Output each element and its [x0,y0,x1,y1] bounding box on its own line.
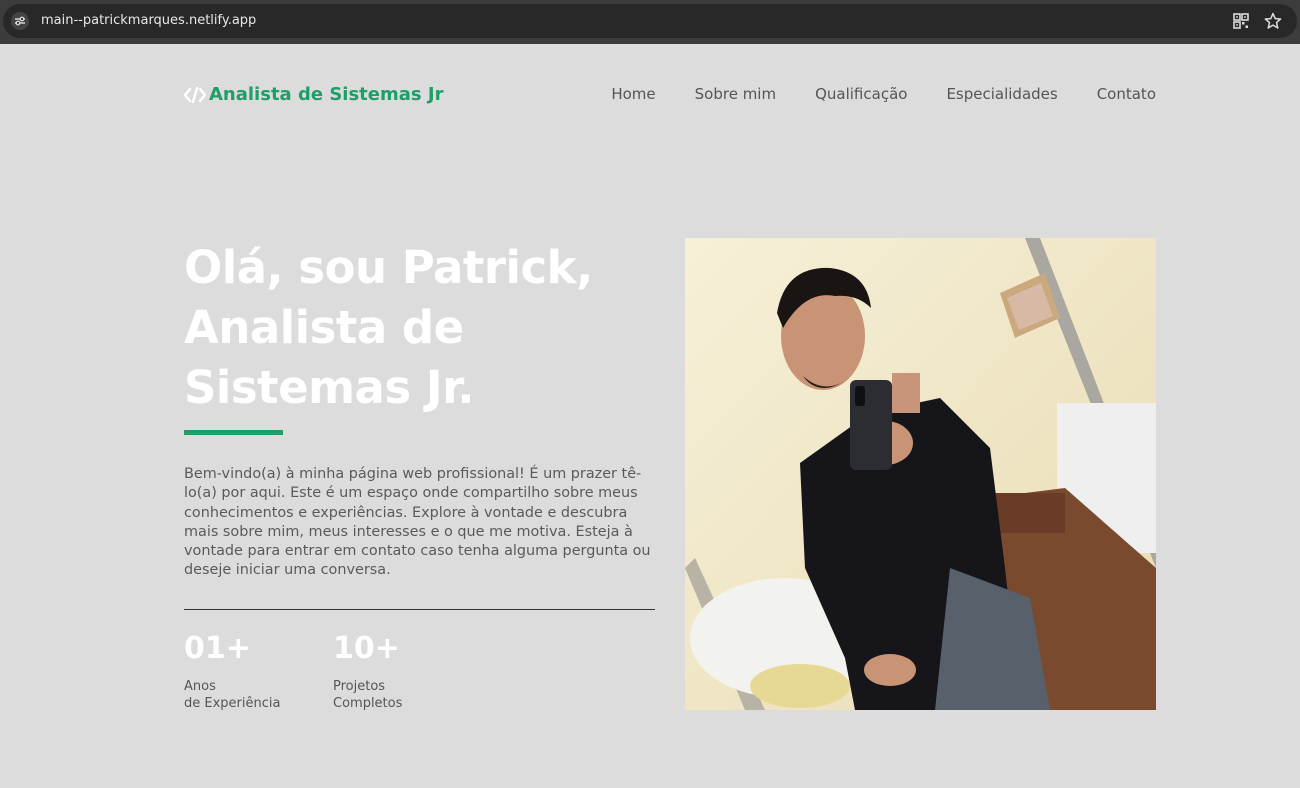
nav-home[interactable]: Home [611,84,655,104]
code-icon [184,86,206,104]
address-bar[interactable]: main--patrickmarques.netlify.app [3,4,1297,38]
nav-qualificacao[interactable]: Qualificação [815,84,907,104]
site-settings-icon[interactable] [11,12,29,30]
title-underline [184,430,283,435]
divider [184,609,655,610]
hero-title-line: Analista de [184,301,464,354]
nav-sobre-mim[interactable]: Sobre mim [695,84,776,104]
browser-toolbar: main--patrickmarques.netlify.app [0,0,1300,44]
url-text[interactable]: main--patrickmarques.netlify.app [41,12,256,30]
stat-label: Projetos Completos [333,679,403,711]
star-icon[interactable] [1264,12,1282,30]
intro-paragraph: Bem-vindo(a) à minha página web profissi… [184,466,651,579]
stat-value: 10+ [333,631,400,666]
qr-code-icon[interactable] [1232,12,1250,30]
nav-especialidades[interactable]: Especialidades [946,84,1057,104]
hero-title-line: Olá, sou Patrick, [184,241,593,294]
brand-logo[interactable]: Analista de Sistemas Jr [184,83,443,107]
main-nav: Home Sobre mim Qualificação Especialidad… [580,84,1156,104]
hero-title-line: Sistemas Jr. [184,361,474,414]
brand-name: Analista de Sistemas Jr [209,84,444,105]
stat-value: 01+ [184,631,251,666]
stat-experience: 01+ Anos de Experiência [184,630,280,712]
nav-contato[interactable]: Contato [1097,84,1156,104]
hero-title: Olá, sou Patrick, Analista de Sistemas J… [184,238,624,418]
profile-photo [685,238,1156,710]
stat-projects: 10+ Projetos Completos [333,630,402,712]
stat-label: Anos de Experiência [184,679,281,711]
